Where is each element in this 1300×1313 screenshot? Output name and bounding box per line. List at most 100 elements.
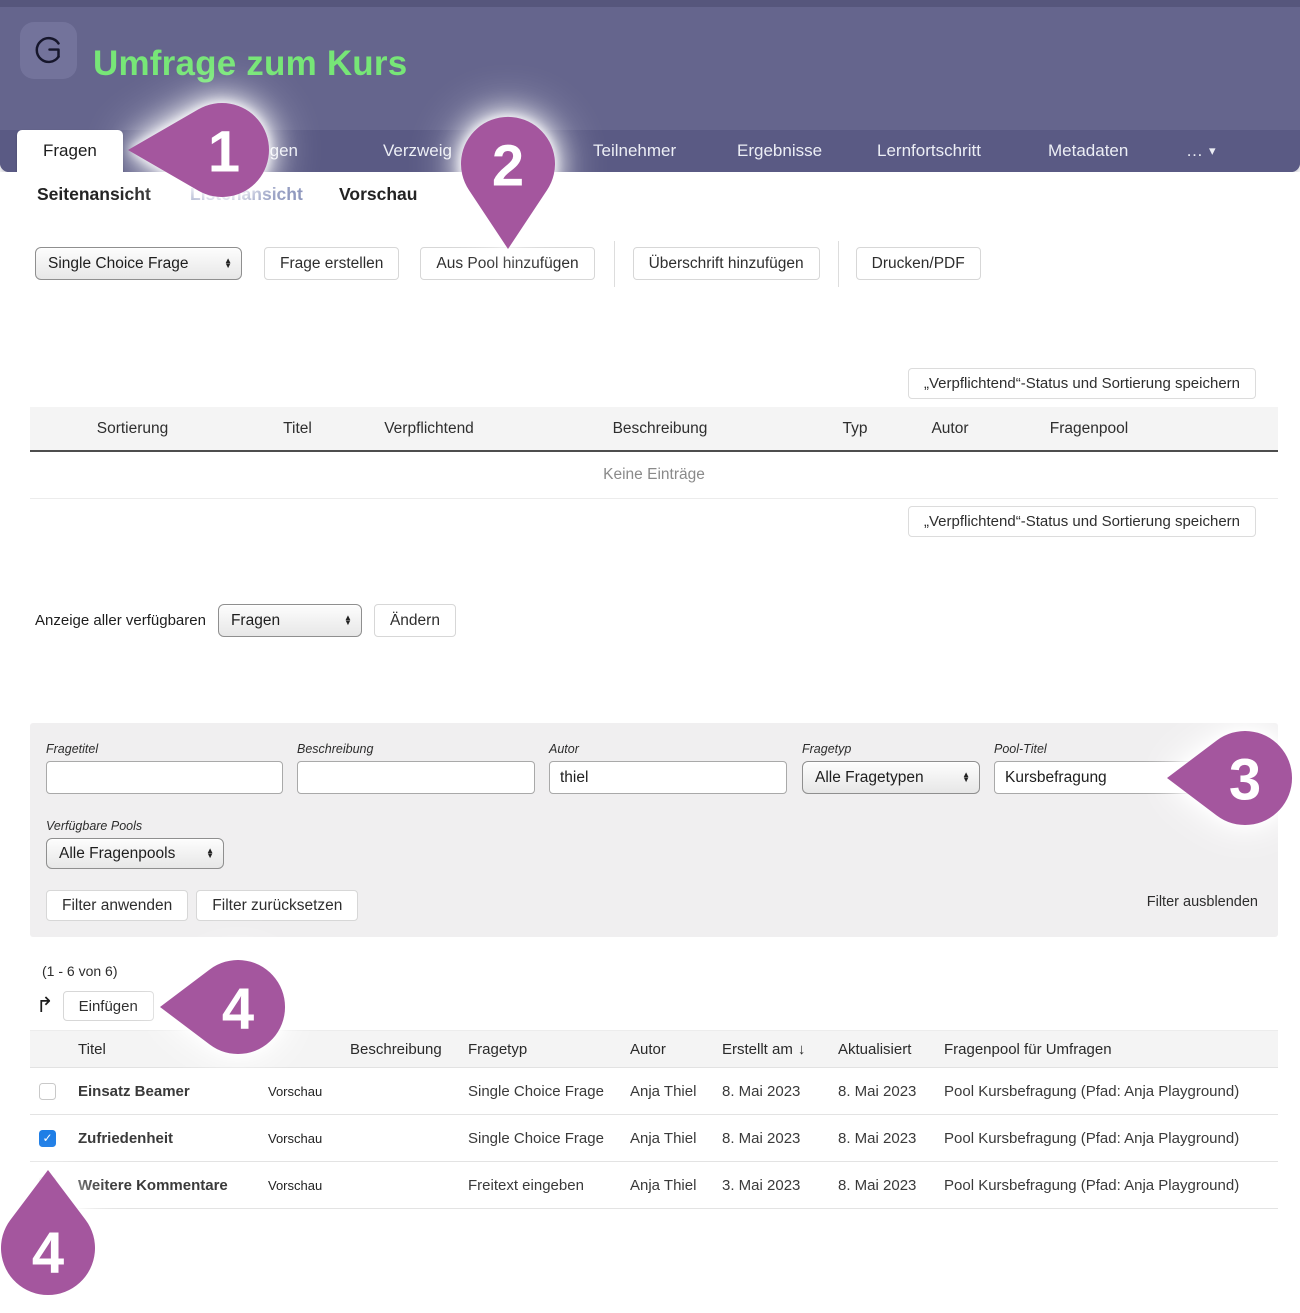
col-beschreibung[interactable]: Beschreibung [342, 1041, 460, 1058]
question-toolbar: Single Choice Frage ▲▼ Frage erstellen A… [35, 247, 981, 280]
subtab-seitenansicht[interactable]: Seitenansicht [37, 184, 151, 205]
row-created: 3. Mai 2023 [714, 1177, 830, 1194]
survey-questions-table-header: Sortierung Titel Verpflichtend Beschreib… [30, 407, 1278, 452]
row-updated: 8. Mai 2023 [830, 1083, 936, 1100]
col-fragenpool-umfragen[interactable]: Fragenpool für Umfragen [936, 1041, 1278, 1058]
course-tab-bar: Fragen tellungen Verzweig Teilnehmer Erg… [0, 130, 1300, 172]
filter-input-autor[interactable] [549, 761, 787, 794]
row-preview-link[interactable]: Vorschau [260, 1084, 342, 1099]
toolbar-divider [838, 241, 839, 287]
filter-reset-button[interactable]: Filter zurücksetzen [196, 890, 358, 921]
select-spinner-icon: ▲▼ [224, 259, 232, 269]
filter-label-pool-titel: Pool-Titel [994, 742, 1232, 756]
row-pool: Pool Kursbefragung (Pfad: Anja Playgroun… [936, 1177, 1278, 1194]
tab-ergebnisse[interactable]: Ergebnisse [737, 130, 822, 172]
table-row: ✓ Einsatz Beamer Vorschau Single Choice … [30, 1068, 1278, 1115]
tab-teilnehmer[interactable]: Teilnehmer [593, 130, 676, 172]
svg-text:4: 4 [32, 1221, 64, 1286]
col-typ: Typ [822, 420, 888, 438]
filter-select-fragetyp[interactable]: Alle Fragetypen ▲▼ [802, 761, 980, 794]
col-autor[interactable]: Autor [622, 1041, 714, 1058]
save-mandatory-status-button-top[interactable]: „Verpflichtend“-Status und Sortierung sp… [908, 368, 1256, 399]
row-preview-link[interactable]: Vorschau [260, 1131, 342, 1146]
select-spinner-icon: ▲▼ [962, 773, 970, 783]
table-row: ✓ Zufriedenheit Vorschau Single Choice F… [30, 1115, 1278, 1162]
row-type: Single Choice Frage [460, 1083, 622, 1100]
row-type: Freitext eingeben [460, 1177, 622, 1194]
row-created: 8. Mai 2023 [714, 1130, 830, 1147]
survey-questions-table: Sortierung Titel Verpflichtend Beschreib… [30, 407, 1278, 499]
tab-metadaten[interactable]: Metadaten [1048, 130, 1128, 172]
create-question-button[interactable]: Frage erstellen [264, 247, 399, 280]
display-selector-label: Anzeige aller verfügbaren [35, 612, 206, 629]
row-author: Anja Thiel [622, 1130, 714, 1147]
row-pool: Pool Kursbefragung (Pfad: Anja Playgroun… [936, 1083, 1278, 1100]
row-title: Einsatz Beamer [70, 1083, 260, 1100]
filter-pools-value: Alle Fragenpools [59, 845, 175, 863]
col-erstellt-am[interactable]: Erstellt am↓ [714, 1041, 830, 1058]
insert-arrow-icon: ↱ [36, 995, 54, 1016]
col-verpflichtend: Verpflichtend [360, 420, 498, 438]
display-type-select[interactable]: Fragen ▲▼ [218, 604, 362, 637]
tab-verzweigungen[interactable]: Verzweig [383, 130, 452, 172]
view-switcher: Seitenansicht Listenansicht Vorschau [0, 172, 1300, 216]
filter-input-fragetitel[interactable] [46, 761, 283, 794]
pool-questions-table-header: Titel Beschreibung Fragetyp Autor Erstel… [30, 1031, 1278, 1068]
add-heading-button[interactable]: Überschrift hinzufügen [633, 247, 820, 280]
sort-desc-icon: ↓ [798, 1041, 806, 1058]
tab-lernfortschritt[interactable]: Lernfortschritt [877, 130, 981, 172]
display-selector-row: Anzeige aller verfügbaren Fragen ▲▼ Ände… [35, 604, 456, 637]
tab-more-menu[interactable]: … ▾ [1186, 130, 1216, 172]
filter-fragetyp-value: Alle Fragetypen [815, 769, 924, 787]
row-updated: 8. Mai 2023 [830, 1177, 936, 1194]
row-pool: Pool Kursbefragung (Pfad: Anja Playgroun… [936, 1130, 1278, 1147]
app-logo [20, 22, 77, 79]
filter-label-fragetyp: Fragetyp [802, 742, 980, 756]
row-preview-link[interactable]: Vorschau [260, 1178, 342, 1193]
window-top-edge [0, 0, 1300, 7]
filter-label-autor: Autor [549, 742, 787, 756]
row-title: Zufriedenheit [70, 1130, 260, 1147]
insert-row: ↱ Einfügen [36, 991, 154, 1021]
chevron-down-icon: ▾ [1209, 143, 1216, 159]
change-button[interactable]: Ändern [374, 604, 456, 637]
tab-fragen[interactable]: Fragen [17, 130, 123, 172]
row-author: Anja Thiel [622, 1177, 714, 1194]
filter-panel: Fragetitel Beschreibung Autor Fragetyp A… [30, 723, 1278, 937]
filter-label-fragetitel: Fragetitel [46, 742, 283, 756]
filter-hide-link[interactable]: Filter ausblenden [1147, 894, 1258, 910]
col-beschreibung: Beschreibung [498, 420, 822, 438]
row-created: 8. Mai 2023 [714, 1083, 830, 1100]
save-mandatory-status-button-bottom[interactable]: „Verpflichtend“-Status und Sortierung sp… [908, 506, 1256, 537]
select-spinner-icon: ▲▼ [344, 616, 352, 626]
filter-input-pool-titel[interactable] [994, 761, 1232, 794]
filter-apply-button[interactable]: Filter anwenden [46, 890, 188, 921]
question-type-value: Single Choice Frage [48, 255, 188, 273]
toolbar-divider [614, 241, 615, 287]
filter-label-verfuegbare-pools: Verfügbare Pools [46, 819, 224, 833]
filter-select-pools[interactable]: Alle Fragenpools ▲▼ [46, 838, 224, 869]
insert-button[interactable]: Einfügen [63, 991, 154, 1021]
filter-label-beschreibung: Beschreibung [297, 742, 535, 756]
col-titel[interactable]: Titel [70, 1041, 260, 1058]
col-fragetyp[interactable]: Fragetyp [460, 1041, 622, 1058]
pool-questions-table: Titel Beschreibung Fragetyp Autor Erstel… [30, 1030, 1278, 1209]
check-icon: ✓ [42, 1132, 52, 1144]
filter-input-beschreibung[interactable] [297, 761, 535, 794]
table-row: ✓ Weitere Kommentare Vorschau Freitext e… [30, 1162, 1278, 1209]
row-checkbox[interactable]: ✓ [39, 1083, 56, 1100]
row-type: Single Choice Frage [460, 1130, 622, 1147]
tab-einstellungen[interactable]: tellungen [229, 130, 298, 172]
select-spinner-icon: ▲▼ [206, 849, 214, 859]
print-pdf-button[interactable]: Drucken/PDF [856, 247, 981, 280]
row-checkbox[interactable]: ✓ [39, 1177, 56, 1194]
subtab-listenansicht[interactable]: Listenansicht [190, 184, 303, 205]
row-checkbox[interactable]: ✓ [39, 1130, 56, 1147]
add-from-pool-button[interactable]: Aus Pool hinzufügen [420, 247, 594, 280]
app-header: Umfrage zum Kurs Fragen tellungen Verzwe… [0, 0, 1300, 172]
empty-table-message: Keine Einträge [30, 452, 1278, 499]
col-aktualisiert[interactable]: Aktualisiert [830, 1041, 936, 1058]
page-title: Umfrage zum Kurs [93, 44, 407, 84]
question-type-select[interactable]: Single Choice Frage ▲▼ [35, 247, 242, 280]
subtab-vorschau[interactable]: Vorschau [339, 184, 417, 205]
